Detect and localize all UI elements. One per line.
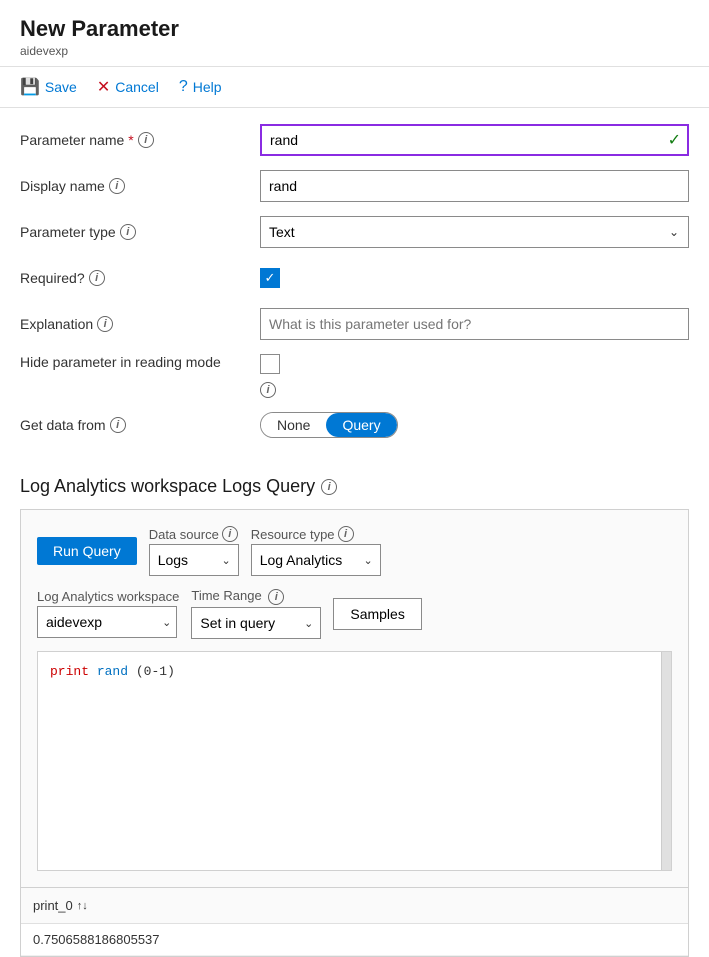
explanation-row: Explanation i: [20, 308, 689, 340]
param-type-label: Parameter type i: [20, 224, 260, 240]
get-data-label: Get data from i: [20, 417, 260, 433]
explanation-info-icon[interactable]: i: [97, 316, 113, 332]
data-source-info-icon[interactable]: i: [222, 526, 238, 542]
param-type-select[interactable]: Text Integer DateTime Resource picker Su…: [260, 216, 689, 248]
required-star: *: [128, 132, 133, 148]
save-icon: 💾: [20, 77, 40, 97]
code-args: (0-1): [136, 664, 175, 679]
param-type-info-icon[interactable]: i: [120, 224, 136, 240]
time-range-select[interactable]: Set in query: [191, 607, 321, 639]
required-checkbox[interactable]: ✓: [260, 268, 280, 288]
param-type-row: Parameter type i Text Integer DateTime R…: [20, 216, 689, 248]
explanation-input[interactable]: [260, 308, 689, 340]
workspace-group: Log Analytics workspace aidevexp ⌄: [37, 589, 179, 638]
code-line: print rand (0-1): [50, 662, 659, 683]
page-subtitle: aidevexp: [20, 44, 689, 58]
resource-type-select-wrap: Log Analytics ⌄: [251, 544, 381, 576]
hide-param-right: i: [260, 354, 280, 398]
display-name-label: Display name i: [20, 178, 260, 194]
display-name-info-icon[interactable]: i: [109, 178, 125, 194]
code-editor[interactable]: print rand (0-1): [37, 651, 672, 871]
save-button[interactable]: 💾 Save: [20, 77, 77, 97]
sort-icon[interactable]: ↑↓: [77, 900, 88, 912]
display-name-row: Display name i: [20, 170, 689, 202]
param-name-input[interactable]: [260, 124, 689, 156]
data-source-select[interactable]: Logs: [149, 544, 239, 576]
workspace-select[interactable]: aidevexp: [37, 606, 177, 638]
get-data-row: Get data from i None Query: [20, 412, 689, 438]
hide-param-checkbox[interactable]: [260, 354, 280, 374]
time-range-group: Time Range i Set in query ⌄: [191, 588, 321, 639]
data-source-group: Data source i Logs ⌄: [149, 526, 239, 576]
results-header: print_0 ↑↓: [21, 888, 688, 924]
resource-type-group: Resource type i Log Analytics ⌄: [251, 526, 381, 576]
results-section: print_0 ↑↓ 0.7506588186805537: [20, 888, 689, 957]
workspace-row: Log Analytics workspace aidevexp ⌄ Time …: [37, 588, 672, 639]
data-source-label: Data source i: [149, 526, 239, 542]
results-row: 0.7506588186805537: [21, 924, 688, 956]
required-info-icon[interactable]: i: [89, 270, 105, 286]
param-name-info-icon[interactable]: i: [138, 132, 154, 148]
help-button[interactable]: ? Help: [179, 78, 222, 96]
toolbar: 💾 Save ✕ Cancel ? Help: [0, 67, 709, 108]
param-name-row: Parameter name * i ✓: [20, 124, 689, 156]
code-keyword: print: [50, 664, 89, 679]
hide-param-row: Hide parameter in reading mode i: [20, 354, 689, 398]
time-range-info-icon[interactable]: i: [268, 589, 284, 605]
get-data-toggle: None Query: [260, 412, 398, 438]
editor-scrollbar[interactable]: [661, 652, 671, 870]
section-info-icon[interactable]: i: [321, 479, 337, 495]
toggle-none-button[interactable]: None: [261, 413, 326, 437]
time-range-label: Time Range i: [191, 588, 321, 605]
code-funcname: rand: [97, 664, 128, 679]
required-row: Required? i ✓: [20, 262, 689, 294]
time-range-select-wrap: Set in query ⌄: [191, 607, 321, 639]
toggle-query-button[interactable]: Query: [326, 413, 396, 437]
check-icon: ✓: [668, 130, 681, 150]
help-icon: ?: [179, 78, 188, 96]
resource-type-info-icon[interactable]: i: [338, 526, 354, 542]
page-title: New Parameter: [20, 16, 689, 42]
param-name-label: Parameter name * i: [20, 132, 260, 148]
required-label: Required? i: [20, 270, 260, 286]
param-name-input-wrap: ✓: [260, 124, 689, 156]
workspace-label: Log Analytics workspace: [37, 589, 179, 604]
hide-param-info-icon[interactable]: i: [260, 382, 276, 398]
cancel-button[interactable]: ✕ Cancel: [97, 77, 159, 97]
section-title: Log Analytics workspace Logs Query i: [20, 476, 689, 497]
query-box: Run Query Data source i Logs ⌄ Resource …: [20, 509, 689, 888]
checkmark-icon: ✓: [265, 270, 276, 286]
resource-type-label: Resource type i: [251, 526, 381, 542]
param-type-select-wrap: Text Integer DateTime Resource picker Su…: [260, 216, 689, 248]
display-name-input[interactable]: [260, 170, 689, 202]
page-header: New Parameter aidevexp: [0, 0, 709, 67]
get-data-info-icon[interactable]: i: [110, 417, 126, 433]
run-query-button[interactable]: Run Query: [37, 537, 137, 565]
data-source-select-wrap: Logs ⌄: [149, 544, 239, 576]
workspace-select-wrap: aidevexp ⌄: [37, 606, 179, 638]
samples-button[interactable]: Samples: [333, 598, 421, 630]
resource-type-select[interactable]: Log Analytics: [251, 544, 381, 576]
hide-param-label: Hide parameter in reading mode: [20, 354, 260, 370]
cancel-icon: ✕: [97, 77, 110, 97]
form-area: Parameter name * i ✓ Display name i Para…: [0, 108, 709, 468]
explanation-label: Explanation i: [20, 316, 260, 332]
query-controls-row: Run Query Data source i Logs ⌄ Resource …: [37, 526, 672, 576]
